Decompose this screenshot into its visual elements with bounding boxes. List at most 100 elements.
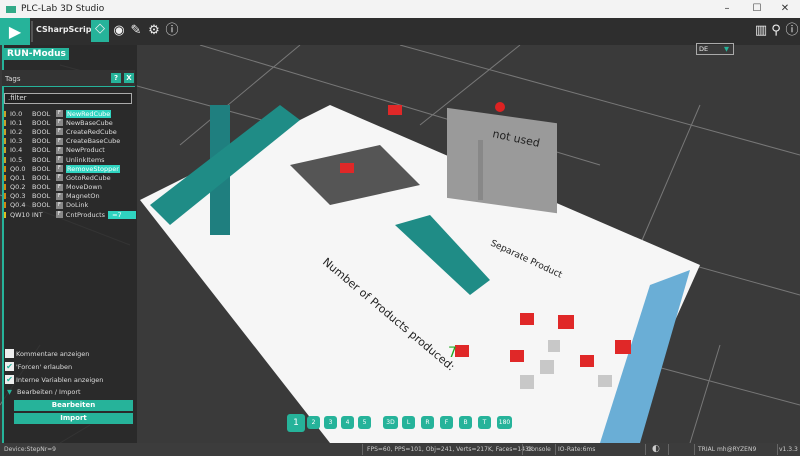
tag-value-input[interactable]: =7 xyxy=(108,211,136,219)
tag-row[interactable]: Q0.1BOOLFGotoRedCube xyxy=(4,173,136,182)
csharp-script-button[interactable]: CSharpScript xyxy=(36,25,95,34)
tag-address: Q0.2 xyxy=(10,183,32,191)
tag-row[interactable]: I0.2BOOLFCreateRedCube xyxy=(4,127,136,136)
show-comments-checkbox[interactable]: Kommentare anzeigen xyxy=(5,349,89,358)
tag-row[interactable]: I0.0BOOLFNewRedCube xyxy=(4,109,136,118)
eye-icon[interactable]: ◉ xyxy=(110,22,128,40)
tag-indicator xyxy=(4,193,6,199)
tag-indicator xyxy=(4,184,6,190)
render-stats: FPS=60, PPS=101, Obj=241, Verts=217K, Fa… xyxy=(367,446,533,453)
force-button[interactable]: F xyxy=(56,138,63,145)
tag-type: BOOL xyxy=(32,156,56,164)
force-button[interactable]: F xyxy=(56,174,63,181)
tag-row[interactable]: Q0.3BOOLFMagnetOn xyxy=(4,192,136,201)
force-button[interactable]: F xyxy=(56,193,63,200)
tag-row[interactable]: I0.3BOOLFCreateBaseCube xyxy=(4,137,136,146)
force-button[interactable]: F xyxy=(56,128,63,135)
tag-indicator xyxy=(4,147,6,153)
view-b-button[interactable]: B xyxy=(459,416,472,429)
window-title: PLC-Lab 3D Studio xyxy=(21,4,104,14)
tag-address: I0.1 xyxy=(10,119,32,127)
tag-indicator xyxy=(4,157,6,163)
info-icon[interactable]: ⓘ xyxy=(783,22,800,40)
tag-name: CntProducts xyxy=(66,211,105,219)
view-r-button[interactable]: R xyxy=(421,416,434,429)
show-internal-vars-checkbox[interactable]: ✔Interne Variablen anzeigen xyxy=(5,375,103,384)
tag-row[interactable]: Q0.0BOOLFRemoveStopper xyxy=(4,164,136,173)
close-panel-button[interactable]: X xyxy=(124,73,134,83)
tag-type: BOOL xyxy=(32,183,56,191)
tag-type: INT xyxy=(32,211,56,219)
tag-type: BOOL xyxy=(32,165,56,173)
tag-name: MagnetOn xyxy=(66,192,100,200)
camera-4-button[interactable]: 4 xyxy=(341,416,354,429)
force-button[interactable]: F xyxy=(56,165,63,172)
tag-indicator xyxy=(4,120,6,126)
control-cabinet xyxy=(447,108,557,213)
toolbar: ▶ CSharpScript ◇ ◉ ✎ ⚙ ⓘ DE▼ ▥ ⚲ ⓘ xyxy=(0,18,800,45)
view-l-button[interactable]: L xyxy=(402,416,415,429)
force-button[interactable]: F xyxy=(56,202,63,209)
tag-address: Q0.4 xyxy=(10,201,32,209)
tag-address: I0.5 xyxy=(10,156,32,164)
console-button[interactable]: Console xyxy=(527,446,551,453)
gear-icon[interactable]: ⚙ xyxy=(145,22,163,40)
stop-button-icon xyxy=(495,102,505,112)
edit-button[interactable]: Bearbeiten xyxy=(14,400,133,411)
tag-address: Q0.0 xyxy=(10,165,32,173)
run-mode-badge: RUN-Modus xyxy=(4,48,69,60)
tag-row[interactable]: I0.4BOOLFNewProduct xyxy=(4,146,136,155)
camera-1-button[interactable]: 1 xyxy=(287,414,305,432)
checkbox-label: 'Forcen' erlauben xyxy=(16,363,72,371)
tag-row[interactable]: QW10INTFCntProducts=7 xyxy=(4,210,136,219)
allow-force-checkbox[interactable]: ✔'Forcen' erlauben xyxy=(5,362,72,371)
status-bar: Device:StepNr=9 FPS=60, PPS=101, Obj=241… xyxy=(0,443,800,456)
view-180-button[interactable]: 180 xyxy=(497,416,512,429)
tag-row[interactable]: I0.5BOOLFUnlinkItems xyxy=(4,155,136,164)
filter-input[interactable]: .filter xyxy=(4,93,132,104)
force-button[interactable]: F xyxy=(56,156,63,163)
tag-address: I0.0 xyxy=(10,110,32,118)
help-button[interactable]: ? xyxy=(111,73,121,83)
view-f-button[interactable]: F xyxy=(440,416,453,429)
edit-import-section[interactable]: ▼Bearbeiten / Import xyxy=(5,388,81,396)
tag-indicator xyxy=(4,202,6,208)
close-button[interactable]: ✕ xyxy=(770,0,800,18)
brush-icon[interactable]: ✎ xyxy=(127,22,145,40)
maximize-button[interactable]: ☐ xyxy=(742,0,772,18)
force-button[interactable]: F xyxy=(56,211,63,218)
run-button[interactable]: ▶ xyxy=(0,18,30,45)
tag-name: CreateBaseCube xyxy=(66,137,120,145)
camera-3-button[interactable]: 3 xyxy=(324,416,337,429)
view-t-button[interactable]: T xyxy=(478,416,491,429)
tag-indicator xyxy=(4,129,6,135)
check-icon[interactable]: ✔ xyxy=(5,375,14,384)
view-3d-button[interactable]: 3D xyxy=(383,416,398,429)
cabinet-post xyxy=(478,140,483,200)
tag-row[interactable]: Q0.2BOOLFMoveDown xyxy=(4,183,136,192)
tag-name: MoveDown xyxy=(66,183,102,191)
contrast-toggle-icon[interactable]: ◐ xyxy=(652,444,660,454)
version: v1.3.3 xyxy=(779,446,798,453)
tag-address: QW10 xyxy=(10,211,32,219)
force-button[interactable]: F xyxy=(56,184,63,191)
tag-name: UnlinkItems xyxy=(66,156,105,164)
tag-indicator xyxy=(4,175,6,181)
force-button[interactable]: F xyxy=(56,119,63,126)
force-button[interactable]: F xyxy=(56,110,63,117)
camera-2-button[interactable]: 2 xyxy=(307,416,320,429)
tag-icon[interactable]: ◇ xyxy=(91,20,109,42)
camera-5-button[interactable]: 5 xyxy=(358,416,371,429)
device-status: Device:StepNr=9 xyxy=(4,446,56,453)
info-icon[interactable]: ⓘ xyxy=(163,22,181,40)
tag-row[interactable]: Q0.4BOOLFDoLink xyxy=(4,201,136,210)
minimize-button[interactable]: – xyxy=(712,0,742,18)
checkbox[interactable] xyxy=(5,349,14,358)
tag-type: BOOL xyxy=(32,137,56,145)
tag-address: Q0.1 xyxy=(10,174,32,182)
check-icon[interactable]: ✔ xyxy=(5,362,14,371)
tag-row[interactable]: I0.1BOOLFNewBaseCube xyxy=(4,118,136,127)
force-button[interactable]: F xyxy=(56,147,63,154)
import-button[interactable]: Import xyxy=(14,413,133,424)
tag-name: NewBaseCube xyxy=(66,119,113,127)
